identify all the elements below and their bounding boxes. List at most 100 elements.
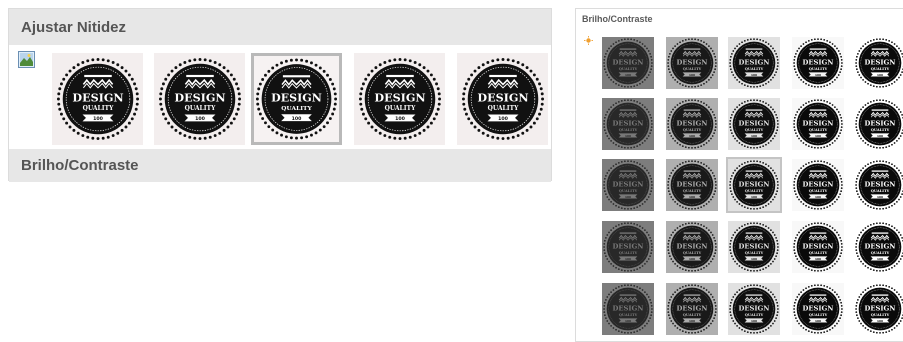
brightness-contrast-preset-r2-c3[interactable]: DESIGN QUALITY 100 <box>726 96 782 152</box>
svg-text:100: 100 <box>689 73 695 77</box>
brightness-contrast-preset-r3-c2[interactable]: DESIGN QUALITY 100 <box>664 157 720 213</box>
svg-text:QUALITY: QUALITY <box>683 313 702 317</box>
svg-text:DESIGN: DESIGN <box>677 59 708 67</box>
brightness-contrast-preset-r1-c5[interactable]: DESIGN QUALITY 100 <box>852 35 903 91</box>
svg-text:QUALITY: QUALITY <box>745 189 764 193</box>
svg-text:DESIGN: DESIGN <box>865 305 896 313</box>
svg-text:QUALITY: QUALITY <box>809 189 828 193</box>
brightness-contrast-preset-r1-c4[interactable]: DESIGN QUALITY 100 <box>790 35 846 91</box>
svg-text:100: 100 <box>292 116 302 122</box>
svg-text:DESIGN: DESIGN <box>739 59 770 67</box>
svg-text:100: 100 <box>815 257 821 261</box>
brightness-contrast-preset-r3-c4[interactable]: DESIGN QUALITY 100 <box>790 157 846 213</box>
sharpen-preset-3[interactable]: DESIGN QUALITY 100 <box>251 53 342 145</box>
svg-text:DESIGN: DESIGN <box>613 181 644 189</box>
svg-text:DESIGN: DESIGN <box>803 305 834 313</box>
design-quality-badge-image: DESIGNQUALITY 100 <box>666 159 718 211</box>
sharpen-header: Ajustar Nitidez <box>9 9 551 45</box>
design-quality-badge-image: DESIGNQUALITY 100 <box>602 283 654 335</box>
design-quality-badge-image: DESIGNQUALITY 100 <box>602 159 654 211</box>
svg-text:QUALITY: QUALITY <box>745 128 764 132</box>
design-quality-badge-image: DESIGNQUALITY 100 <box>728 283 780 335</box>
brightness-contrast-header[interactable]: Brilho/Contraste <box>9 149 551 182</box>
brightness-contrast-preset-r5-c5[interactable]: DESIGN QUALITY 100 <box>852 281 903 337</box>
svg-text:DESIGN: DESIGN <box>803 120 834 128</box>
svg-text:100: 100 <box>751 73 757 77</box>
svg-text:QUALITY: QUALITY <box>683 67 702 71</box>
brightness-contrast-preset-r1-c1[interactable]: DESIGN QUALITY 100 <box>600 35 656 91</box>
design-quality-badge-image: DESIGNQUALITY 100 <box>854 37 903 89</box>
sharpen-panel: Ajustar Nitidez DESIGN QUALITY 100 DESIGN QU… <box>8 8 552 182</box>
design-quality-badge-image: DESIGNQUALITY 100 <box>54 56 141 142</box>
svg-text:100: 100 <box>751 319 757 323</box>
brightness-contrast-preset-r4-c5[interactable]: DESIGN QUALITY 100 <box>852 219 903 275</box>
svg-text:100: 100 <box>625 134 631 138</box>
svg-text:QUALITY: QUALITY <box>683 251 702 255</box>
picture-options-icon[interactable] <box>18 51 35 68</box>
brightness-contrast-preset-r4-c1[interactable]: DESIGN QUALITY 100 <box>600 219 656 275</box>
brightness-contrast-preset-r3-c1[interactable]: DESIGN QUALITY 100 <box>600 157 656 213</box>
svg-text:100: 100 <box>195 116 206 122</box>
design-quality-badge-image: DESIGNQUALITY 100 <box>792 283 844 335</box>
brightness-contrast-preset-r3-c5[interactable]: DESIGN QUALITY 100 <box>852 157 903 213</box>
brightness-contrast-preset-r5-c3[interactable]: DESIGN QUALITY 100 <box>726 281 782 337</box>
brightness-contrast-preset-r2-c4[interactable]: DESIGN QUALITY 100 <box>790 96 846 152</box>
brightness-contrast-preset-r1-c2[interactable]: DESIGN QUALITY 100 <box>664 35 720 91</box>
brightness-contrast-preset-r3-c3[interactable]: DESIGN QUALITY 100 <box>726 157 782 213</box>
design-quality-badge-image: DESIGNQUALITY 100 <box>728 221 780 273</box>
svg-text:100: 100 <box>689 257 695 261</box>
svg-text:DESIGN: DESIGN <box>613 305 644 313</box>
svg-text:100: 100 <box>751 257 757 261</box>
svg-text:DESIGN: DESIGN <box>803 181 834 189</box>
design-quality-badge-image: DESIGNQUALITY 100 <box>254 56 339 142</box>
svg-text:QUALITY: QUALITY <box>619 189 638 193</box>
design-quality-badge-image: DESIGNQUALITY 100 <box>728 37 780 89</box>
sharpen-preset-1[interactable]: DESIGN QUALITY 100 <box>52 53 143 145</box>
brightness-contrast-preset-r2-c5[interactable]: DESIGN QUALITY 100 <box>852 96 903 152</box>
svg-text:100: 100 <box>689 134 695 138</box>
svg-text:DESIGN: DESIGN <box>739 305 770 313</box>
brightness-contrast-preset-r2-c1[interactable]: DESIGN QUALITY 100 <box>600 96 656 152</box>
svg-text:100: 100 <box>625 195 631 199</box>
svg-text:DESIGN: DESIGN <box>739 243 770 251</box>
svg-text:QUALITY: QUALITY <box>619 67 638 71</box>
svg-text:100: 100 <box>751 195 757 199</box>
svg-text:DESIGN: DESIGN <box>174 92 225 105</box>
svg-text:100: 100 <box>815 134 821 138</box>
svg-text:DESIGN: DESIGN <box>613 59 644 67</box>
design-quality-badge-image: DESIGNQUALITY 100 <box>602 98 654 150</box>
svg-text:DESIGN: DESIGN <box>865 243 896 251</box>
design-quality-badge-image: DESIGNQUALITY 100 <box>602 221 654 273</box>
design-quality-badge-image: DESIGNQUALITY 100 <box>792 37 844 89</box>
svg-text:QUALITY: QUALITY <box>809 251 828 255</box>
svg-text:DESIGN: DESIGN <box>803 59 834 67</box>
svg-text:DESIGN: DESIGN <box>739 120 770 128</box>
brightness-contrast-preset-r4-c2[interactable]: DESIGN QUALITY 100 <box>664 219 720 275</box>
sharpen-preset-4[interactable]: DESIGN QUALITY 100 <box>354 53 445 145</box>
svg-text:100: 100 <box>815 319 821 323</box>
brightness-contrast-preset-r1-c3[interactable]: DESIGN QUALITY 100 <box>726 35 782 91</box>
design-quality-badge-image: DESIGNQUALITY 100 <box>602 37 654 89</box>
svg-text:100: 100 <box>877 195 883 199</box>
svg-text:100: 100 <box>689 319 695 323</box>
sharpen-preset-2[interactable]: DESIGN QUALITY 100 <box>154 53 245 145</box>
design-quality-badge-image: DESIGNQUALITY 100 <box>356 56 443 142</box>
brightness-contrast-preset-r5-c4[interactable]: DESIGN QUALITY 100 <box>790 281 846 337</box>
design-quality-badge-image: DESIGNQUALITY 100 <box>666 221 718 273</box>
brightness-contrast-preset-r4-c4[interactable]: DESIGN QUALITY 100 <box>790 219 846 275</box>
svg-text:100: 100 <box>877 257 883 261</box>
svg-text:DESIGN: DESIGN <box>865 181 896 189</box>
brightness-contrast-preset-r5-c2[interactable]: DESIGN QUALITY 100 <box>664 281 720 337</box>
svg-text:QUALITY: QUALITY <box>745 67 764 71</box>
brightness-contrast-preset-r2-c2[interactable]: DESIGN QUALITY 100 <box>664 96 720 152</box>
design-quality-badge-image: DESIGNQUALITY 100 <box>728 98 780 150</box>
brightness-contrast-preset-r5-c1[interactable]: DESIGN QUALITY 100 <box>600 281 656 337</box>
svg-text:100: 100 <box>877 134 883 138</box>
svg-text:DESIGN: DESIGN <box>477 92 528 105</box>
design-quality-badge-image: DESIGNQUALITY 100 <box>854 159 903 211</box>
svg-text:QUALITY: QUALITY <box>281 105 312 112</box>
sharpen-preset-5[interactable]: DESIGN QUALITY 100 <box>457 53 548 145</box>
brightness-contrast-preset-r4-c3[interactable]: DESIGN QUALITY 100 <box>726 219 782 275</box>
svg-text:100: 100 <box>815 195 821 199</box>
svg-text:100: 100 <box>751 134 757 138</box>
